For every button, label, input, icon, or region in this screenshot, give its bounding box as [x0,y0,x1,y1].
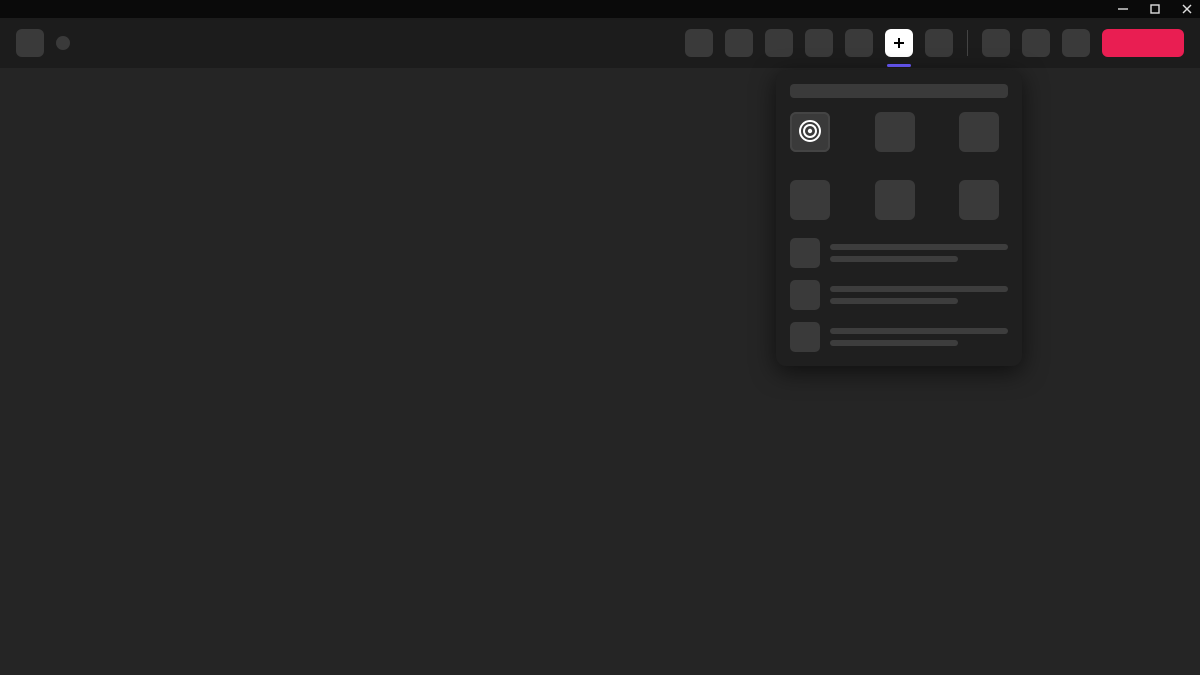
window-minimize-button[interactable] [1116,2,1130,16]
toolbar-opt-1[interactable] [982,29,1010,57]
grid-item-radial-loading[interactable] [790,112,830,152]
grid-item-preset-4[interactable] [790,180,830,220]
toolbar-nav-4[interactable] [805,29,833,57]
editor-canvas[interactable] [0,68,1200,675]
toolbar-add-button[interactable] [885,29,913,57]
popover-grid [790,112,1008,220]
app-logo[interactable] [16,29,44,57]
window-maximize-button[interactable] [1148,2,1162,16]
list-item-subtitle [830,340,958,346]
toolbar-divider [967,30,968,56]
toolbar-nav-7[interactable] [925,29,953,57]
list-thumb-icon [790,280,820,310]
minimize-icon [1118,4,1128,14]
app-toolbar [0,18,1200,68]
popover-title [790,84,1008,98]
list-item-title [830,286,1008,292]
toolbar-add-wrap [885,29,913,57]
maximize-icon [1150,4,1160,14]
close-icon [1182,4,1192,14]
window-close-button[interactable] [1180,2,1194,16]
list-item-subtitle [830,256,958,262]
list-item-subtitle [830,298,958,304]
add-popover [776,70,1022,366]
grid-item-preset-5[interactable] [875,180,915,220]
toolbar-nav-2[interactable] [725,29,753,57]
toolbar-opt-2[interactable] [1022,29,1050,57]
list-item-title [830,244,1008,250]
app-status-dot [56,36,70,50]
popover-list [790,238,1008,352]
list-item[interactable] [790,238,1008,268]
list-thumb-icon [790,238,820,268]
toolbar-nav-3[interactable] [765,29,793,57]
toolbar-nav-1[interactable] [685,29,713,57]
grid-item-preset-3[interactable] [959,112,999,152]
active-tab-underline [887,64,911,67]
list-item[interactable] [790,322,1008,352]
list-item[interactable] [790,280,1008,310]
grid-item-preset-2[interactable] [875,112,915,152]
list-item-title [830,328,1008,334]
grid-item-preset-6[interactable] [959,180,999,220]
plus-icon [894,38,904,48]
window-titlebar [0,0,1200,18]
spiral-icon [798,119,822,146]
primary-cta-button[interactable] [1102,29,1184,57]
toolbar-nav-5[interactable] [845,29,873,57]
list-thumb-icon [790,322,820,352]
toolbar-opt-3[interactable] [1062,29,1090,57]
